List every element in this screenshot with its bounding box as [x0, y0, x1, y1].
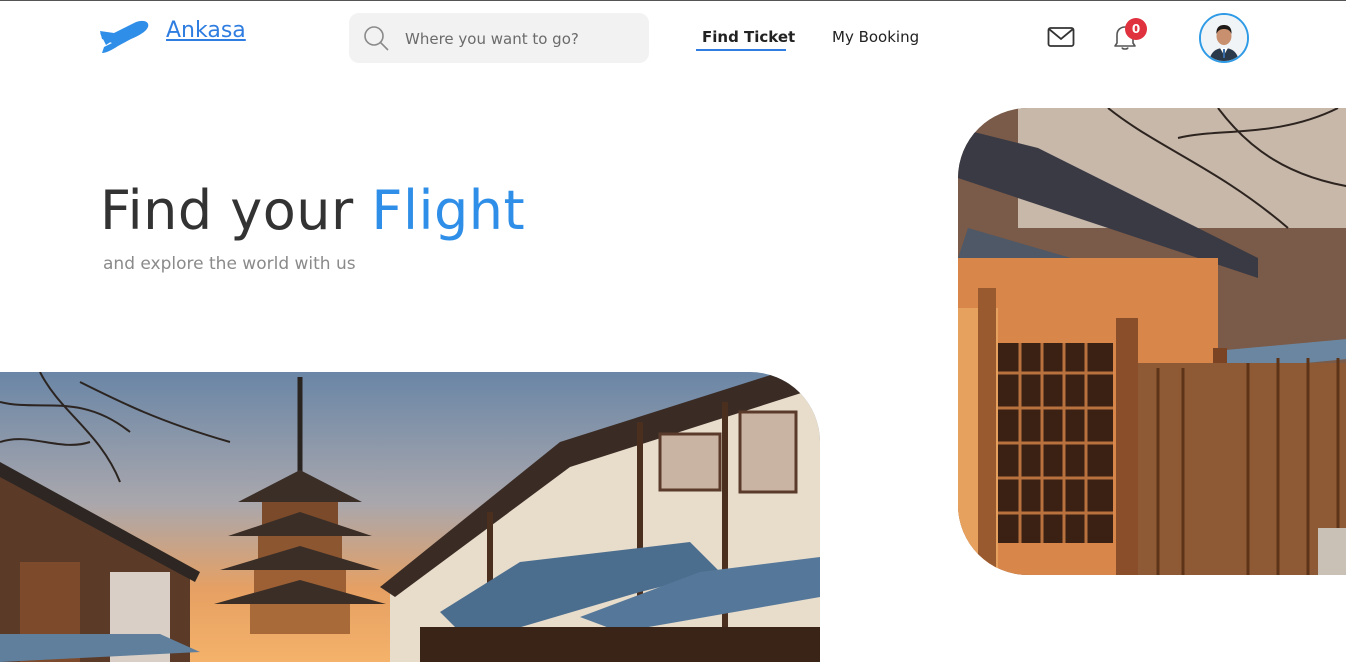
avatar-photo	[1201, 15, 1247, 61]
wooden-japanese-house-photo	[958, 108, 1346, 575]
brand-name[interactable]: Ankasa	[166, 18, 246, 43]
envelope-icon[interactable]	[1047, 26, 1075, 48]
search-icon	[364, 26, 389, 51]
user-avatar[interactable]	[1199, 13, 1249, 63]
search-input[interactable]	[403, 25, 637, 53]
nav-my-booking[interactable]: My Booking	[832, 28, 919, 46]
plane-icon	[100, 20, 149, 54]
nav-find-ticket[interactable]: Find Ticket	[702, 28, 795, 46]
hero-subtitle: and explore the world with us	[103, 254, 356, 274]
search-box[interactable]	[349, 13, 649, 63]
kyoto-street-pagoda-photo	[0, 372, 820, 662]
notification-badge: 0	[1125, 18, 1147, 40]
hero-title-plain: Find your	[100, 179, 354, 242]
active-tab-indicator	[696, 49, 786, 51]
hero-title: Find your Flight	[100, 179, 525, 242]
hero-title-accent: Flight	[371, 179, 526, 242]
logo[interactable]	[98, 19, 152, 55]
